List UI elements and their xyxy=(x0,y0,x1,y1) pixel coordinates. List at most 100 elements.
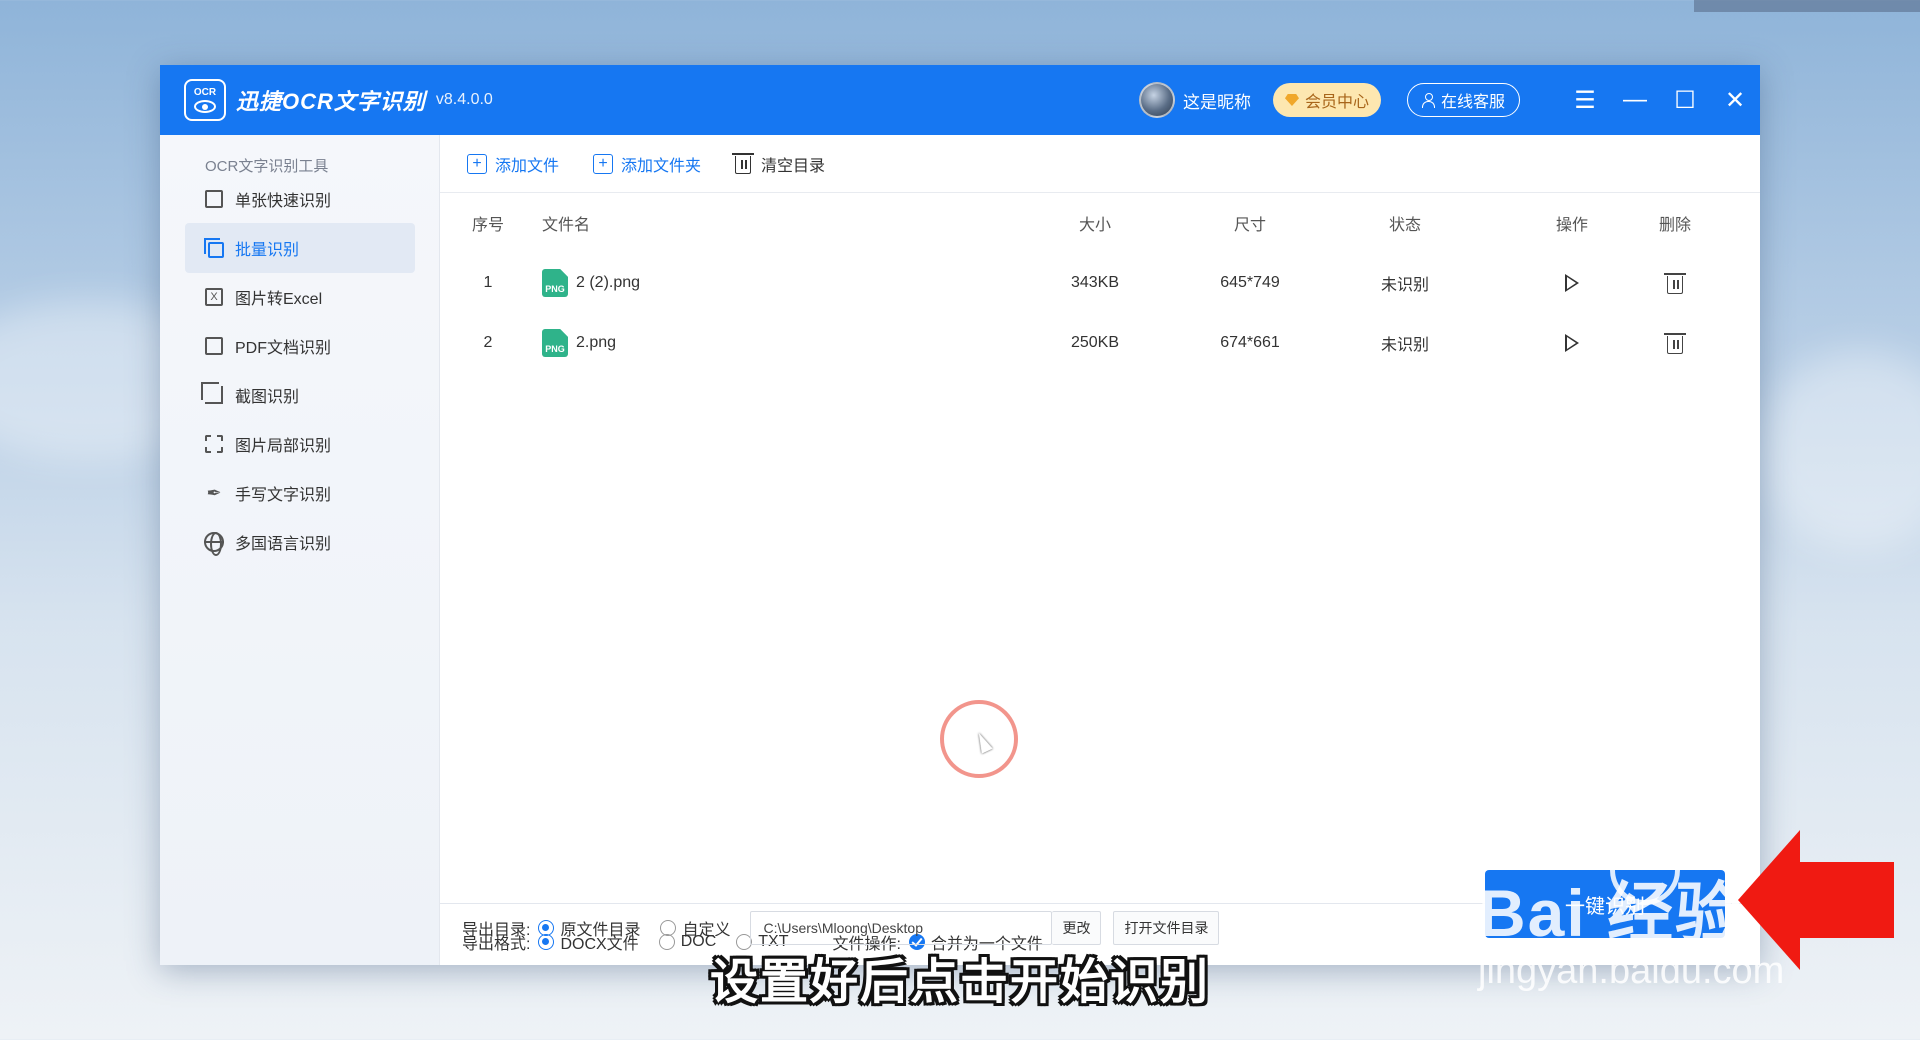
sidebar-item-batch[interactable]: 批量识别 xyxy=(185,223,415,273)
app-window: OCR 迅捷OCR文字识别 v8.4.0.0 这是昵称 会员中心 在线客服 ☰ … xyxy=(160,65,1760,965)
pdf-icon xyxy=(203,335,225,357)
plus-icon: + xyxy=(467,153,487,174)
clear-list-label: 清空目录 xyxy=(761,157,826,175)
sidebar-item-label: 批量识别 xyxy=(235,242,300,259)
export-dir-label: 导出目录: xyxy=(462,922,531,939)
trash-icon xyxy=(1664,273,1686,294)
sidebar-item-excel[interactable]: X 图片转Excel xyxy=(185,272,415,322)
sidebar: OCR文字识别工具 单张快速识别 批量识别 X 图片转Excel PDF文档识别… xyxy=(160,135,440,965)
menu-icon[interactable]: ☰ xyxy=(1560,65,1610,135)
add-folder-button[interactable]: + 添加文件夹 xyxy=(593,152,701,176)
region-icon xyxy=(203,433,225,455)
vip-center-label: 会员中心 xyxy=(1304,94,1369,111)
dir-option-label[interactable]: 自定义 xyxy=(682,916,730,940)
table-row[interactable]: 2 PNG 2.png 250KB 674*661 未识别 xyxy=(440,313,1760,373)
column-header: 大小 xyxy=(1078,217,1111,234)
export-path-field[interactable]: C:\Users\Mloong\Desktop xyxy=(750,911,1053,945)
app-version: v8.4.0.0 xyxy=(435,91,493,108)
desktop-edge-bar xyxy=(1694,0,1920,12)
sidebar-item-single[interactable]: 单张快速识别 xyxy=(185,174,415,224)
person-icon xyxy=(1421,93,1435,108)
minimize-icon[interactable]: — xyxy=(1610,65,1660,135)
column-header: 尺寸 xyxy=(1233,217,1266,234)
edit-icon xyxy=(203,188,225,210)
sidebar-item-region[interactable]: 图片局部识别 xyxy=(185,419,415,469)
title-bar: OCR 迅捷OCR文字识别 v8.4.0.0 这是昵称 会员中心 在线客服 ☰ … xyxy=(160,65,1760,135)
row-index: 2 xyxy=(483,334,493,351)
trash-icon xyxy=(732,153,755,174)
row-index: 1 xyxy=(483,274,493,291)
sidebar-item-screenshot[interactable]: 截图识别 xyxy=(185,370,415,420)
play-icon xyxy=(1565,334,1579,352)
file-dimensions: 645*749 xyxy=(1220,274,1280,291)
sidebar-heading: OCR文字识别工具 xyxy=(205,158,329,175)
trash-icon xyxy=(1664,333,1686,354)
sidebar-item-label: 图片局部识别 xyxy=(235,438,332,455)
add-folder-label: 添加文件夹 xyxy=(621,157,702,175)
table-header: 序号 文件名 大小 尺寸 状态 操作 删除 xyxy=(440,193,1760,253)
sidebar-item-handwriting[interactable]: ✒ 手写文字识别 xyxy=(185,468,415,518)
main-panel: + 添加文件 + 添加文件夹 清空目录 序号 文件名 大小 尺寸 状态 操作 删… xyxy=(440,135,1760,965)
clear-list-button[interactable]: 清空目录 xyxy=(732,152,826,176)
file-name-cell: PNG 2.png xyxy=(542,329,616,357)
file-size: 250KB xyxy=(1070,334,1120,351)
delete-button[interactable] xyxy=(1645,272,1705,294)
maximize-icon[interactable]: ☐ xyxy=(1660,65,1710,135)
sidebar-item-pdf[interactable]: PDF文档识别 xyxy=(185,321,415,371)
play-button[interactable] xyxy=(1542,274,1602,292)
plus-icon: + xyxy=(593,153,614,174)
png-file-icon: PNG xyxy=(542,329,568,357)
change-dir-button[interactable]: 更改 xyxy=(1052,911,1102,945)
sidebar-item-label: 图片转Excel xyxy=(235,291,323,308)
sidebar-item-label: 单张快速识别 xyxy=(235,193,332,210)
dir-option-label[interactable]: 原文件目录 xyxy=(560,916,640,940)
play-button[interactable] xyxy=(1542,334,1602,352)
app-logo: OCR xyxy=(184,79,226,121)
column-header: 删除 xyxy=(1658,217,1691,234)
column-header: 操作 xyxy=(1555,217,1588,234)
status-text: 未识别 xyxy=(1380,337,1429,354)
status-text: 未识别 xyxy=(1380,277,1429,294)
play-icon xyxy=(1565,274,1579,292)
diamond-icon xyxy=(1284,94,1299,106)
file-name-cell: PNG 2 (2).png xyxy=(542,269,640,297)
sidebar-item-label: 手写文字识别 xyxy=(235,487,332,504)
sidebar-item-label: 截图识别 xyxy=(235,389,300,406)
eye-icon xyxy=(194,100,216,113)
excel-icon: X xyxy=(203,286,225,308)
sidebar-item-label: PDF文档识别 xyxy=(235,340,332,357)
file-name: 2.png xyxy=(576,334,617,351)
globe-icon xyxy=(203,531,225,556)
video-subtitle: 设置好后点击开始识别 xyxy=(709,956,1210,1009)
file-size: 343KB xyxy=(1070,274,1120,291)
png-file-icon: PNG xyxy=(542,269,568,297)
avatar[interactable] xyxy=(1138,82,1175,118)
column-header: 文件名 xyxy=(542,217,591,234)
table-row[interactable]: 1 PNG 2 (2).png 343KB 645*749 未识别 xyxy=(440,253,1760,313)
sidebar-item-label: 多国语言识别 xyxy=(235,536,332,553)
export-dir-row: 导出目录: 原文件目录 自定义 C:\Users\Mloong\Desktop … xyxy=(462,911,1220,945)
crop-icon xyxy=(201,382,225,406)
pen-icon: ✒ xyxy=(206,482,222,503)
logo-text: OCR xyxy=(193,87,217,98)
app-title: 迅捷OCR文字识别 xyxy=(236,89,426,114)
close-icon[interactable]: ✕ xyxy=(1710,65,1760,135)
open-dir-button[interactable]: 打开文件目录 xyxy=(1113,911,1220,945)
background-cloud xyxy=(1760,350,1920,550)
dir-radio-custom[interactable] xyxy=(660,920,677,936)
dir-radio-original[interactable] xyxy=(538,920,555,936)
user-nickname[interactable]: 这是昵称 xyxy=(1183,88,1251,113)
stack-icon xyxy=(203,237,225,259)
column-header: 状态 xyxy=(1388,217,1421,234)
online-service-label: 在线客服 xyxy=(1440,94,1505,111)
file-name: 2 (2).png xyxy=(576,274,641,291)
online-service-button[interactable]: 在线客服 xyxy=(1406,83,1520,117)
vip-center-button[interactable]: 会员中心 xyxy=(1272,83,1381,117)
file-dimensions: 674*661 xyxy=(1220,334,1280,351)
column-header: 序号 xyxy=(471,217,504,234)
add-file-label: 添加文件 xyxy=(495,157,560,175)
toolbar: + 添加文件 + 添加文件夹 清空目录 xyxy=(440,135,1760,193)
sidebar-item-multilang[interactable]: 多国语言识别 xyxy=(185,517,415,567)
delete-button[interactable] xyxy=(1645,332,1705,354)
add-file-button[interactable]: + 添加文件 xyxy=(467,152,559,176)
